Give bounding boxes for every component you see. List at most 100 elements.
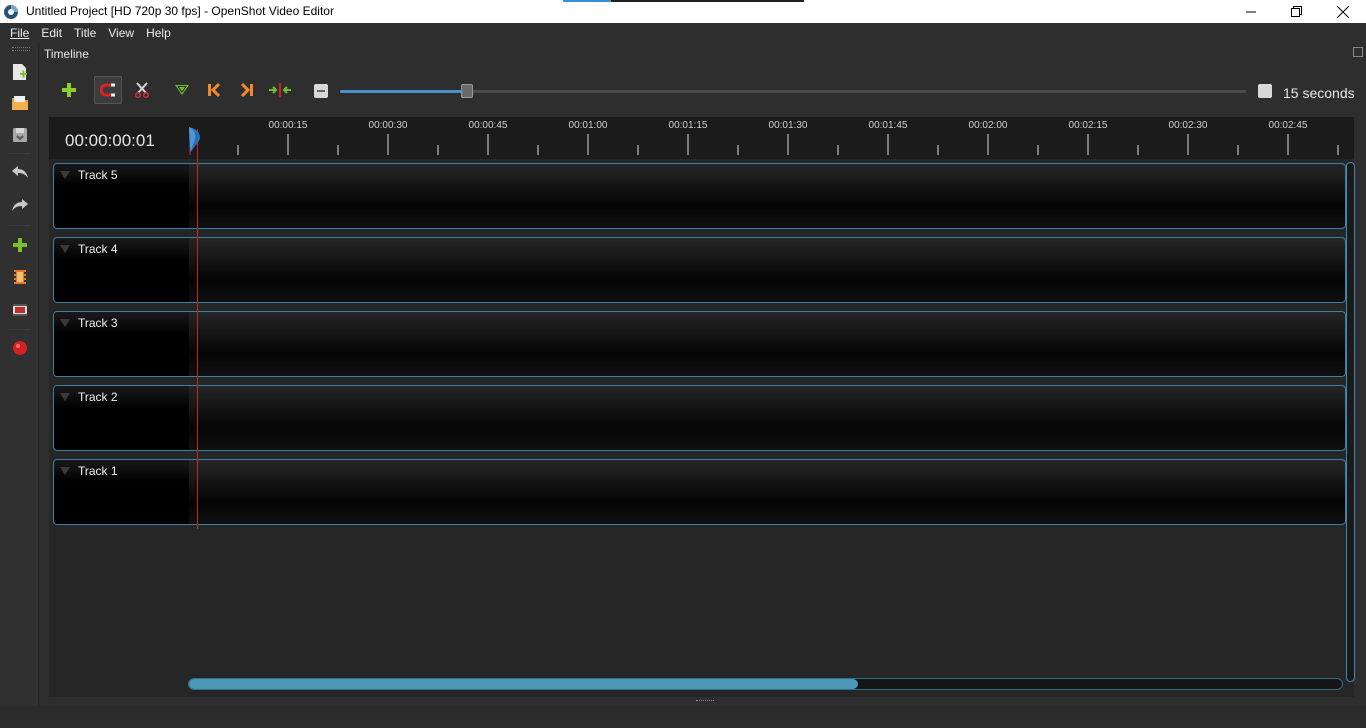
menu-edit[interactable]: Edit <box>35 23 68 43</box>
next-marker-icon <box>240 83 253 97</box>
previous-marker-icon <box>208 83 221 97</box>
timeline-area: 00:00:00:01 00:00:15 00:00:30 00:00:45 00:0… <box>49 117 1355 697</box>
add-track-button[interactable] <box>55 76 83 104</box>
track-menu-arrow-icon[interactable] <box>60 171 70 179</box>
restore-icon <box>1291 5 1302 17</box>
zoom-out-button[interactable] <box>314 84 328 98</box>
choose-profile-button[interactable] <box>10 267 30 287</box>
previous-marker-button[interactable] <box>200 76 228 104</box>
next-marker-button[interactable] <box>233 76 261 104</box>
left-toolbar <box>0 43 39 706</box>
track-header[interactable]: Track 4 <box>54 238 189 302</box>
ruler-label: 00:00:15 <box>268 120 308 131</box>
vertical-scrollbar[interactable] <box>1346 162 1355 682</box>
toolbar-grip[interactable] <box>12 47 30 51</box>
track-menu-arrow-icon[interactable] <box>60 393 70 401</box>
track-header[interactable]: Track 3 <box>54 312 189 376</box>
ruler-label: 00:02:30 <box>1168 120 1208 131</box>
timeline-toolbar: 15 seconds <box>40 73 1366 109</box>
ruler-label: 00:00:30 <box>368 120 408 131</box>
ruler-label: 00:01:00 <box>568 120 608 131</box>
toolbar-separator <box>8 153 30 154</box>
new-project-icon <box>13 64 27 80</box>
snapping-button[interactable] <box>94 76 122 104</box>
track-menu-arrow-icon[interactable] <box>60 245 70 253</box>
undo-button[interactable] <box>10 162 30 182</box>
zoom-in-button[interactable] <box>1258 84 1272 98</box>
track-label: Track 2 <box>78 390 118 404</box>
track-menu-arrow-icon[interactable] <box>60 319 70 327</box>
window-title: Untitled Project [HD 720p 30 fps] - Open… <box>26 4 334 18</box>
razor-icon <box>134 82 150 98</box>
open-project-icon <box>12 96 28 110</box>
track-header[interactable]: Track 5 <box>54 164 189 228</box>
track-menu-arrow-icon[interactable] <box>60 467 70 475</box>
dock-float-button[interactable] <box>1353 47 1363 57</box>
toolbar-separator <box>8 329 30 330</box>
track-label: Track 5 <box>78 168 118 182</box>
ruler-label: 00:02:45 <box>1268 120 1308 131</box>
export-video-button[interactable] <box>10 300 30 320</box>
redo-icon <box>12 199 28 211</box>
track-row[interactable]: Track 5 <box>53 163 1346 229</box>
dock-title: Timeline <box>44 47 89 61</box>
minimize-button[interactable] <box>1228 0 1274 23</box>
menu-view[interactable]: View <box>102 23 140 43</box>
zoom-slider-fill <box>340 90 467 93</box>
add-marker-icon <box>175 85 189 95</box>
menu-title[interactable]: Title <box>68 23 102 43</box>
ruler-label: 00:01:15 <box>668 120 708 131</box>
close-button[interactable] <box>1320 0 1366 23</box>
ruler-label: 00:01:30 <box>768 120 808 131</box>
track-header[interactable]: Track 1 <box>54 460 189 524</box>
redo-button[interactable] <box>10 195 30 215</box>
center-playhead-button[interactable] <box>266 76 294 104</box>
track-row[interactable]: Track 2 <box>53 385 1346 451</box>
undo-icon <box>12 166 28 178</box>
playhead-line[interactable] <box>197 129 198 529</box>
timeline-dock: Timeline 15 seconds 00:00:00:01 00:00:15… <box>40 43 1366 706</box>
fullscreen-record-button[interactable] <box>10 338 30 358</box>
menu-bar: File Edit Title View Help <box>0 23 1366 43</box>
playhead-handle[interactable] <box>188 127 202 155</box>
track-label: Track 3 <box>78 316 118 330</box>
title-bar: Untitled Project [HD 720p 30 fps] - Open… <box>0 0 1366 23</box>
track-header[interactable]: Track 2 <box>54 386 189 450</box>
track-row[interactable]: Track 3 <box>53 311 1346 377</box>
open-project-button[interactable] <box>10 93 30 113</box>
save-project-button[interactable] <box>10 125 30 145</box>
horizontal-scrollbar[interactable] <box>188 678 1343 690</box>
horizontal-scrollbar-thumb[interactable] <box>189 679 858 689</box>
ruler-label: 00:01:45 <box>868 120 908 131</box>
menu-file[interactable]: File <box>4 23 35 43</box>
toolbar-separator <box>8 225 30 226</box>
close-icon <box>1337 5 1349 18</box>
openshot-logo-icon <box>4 5 18 19</box>
razor-button[interactable] <box>128 76 156 104</box>
new-project-button[interactable] <box>10 62 30 82</box>
zoom-label: 15 seconds <box>1283 85 1355 101</box>
import-files-icon <box>13 238 27 252</box>
ruler-label: 00:00:45 <box>468 120 508 131</box>
timeline-ruler[interactable]: 00:00:00:01 00:00:15 00:00:30 00:00:45 00:0… <box>49 117 1354 159</box>
maximize-button[interactable] <box>1274 0 1320 23</box>
profile-icon <box>14 270 26 284</box>
export-video-icon <box>13 304 27 316</box>
track-list: Track 5 Track 4 Track 3 Track 2 Track 1 <box>49 163 1354 583</box>
taskbar-tab <box>611 0 804 2</box>
openshot-window: Untitled Project [HD 720p 30 fps] - Open… <box>0 0 1366 728</box>
track-label: Track 1 <box>78 464 118 478</box>
import-files-button[interactable] <box>10 235 30 255</box>
taskbar-accent <box>563 0 611 2</box>
menu-help[interactable]: Help <box>140 23 177 43</box>
track-row[interactable]: Track 4 <box>53 237 1346 303</box>
track-row[interactable]: Track 1 <box>53 459 1346 525</box>
splitter-handle[interactable] <box>696 700 714 703</box>
zoom-slider[interactable] <box>340 90 1246 93</box>
ruler-label: 00:02:15 <box>1068 120 1108 131</box>
add-track-icon <box>62 83 76 97</box>
add-marker-button[interactable] <box>168 76 196 104</box>
snapping-icon <box>100 83 115 97</box>
record-icon <box>13 341 27 355</box>
zoom-slider-handle[interactable] <box>460 84 473 98</box>
